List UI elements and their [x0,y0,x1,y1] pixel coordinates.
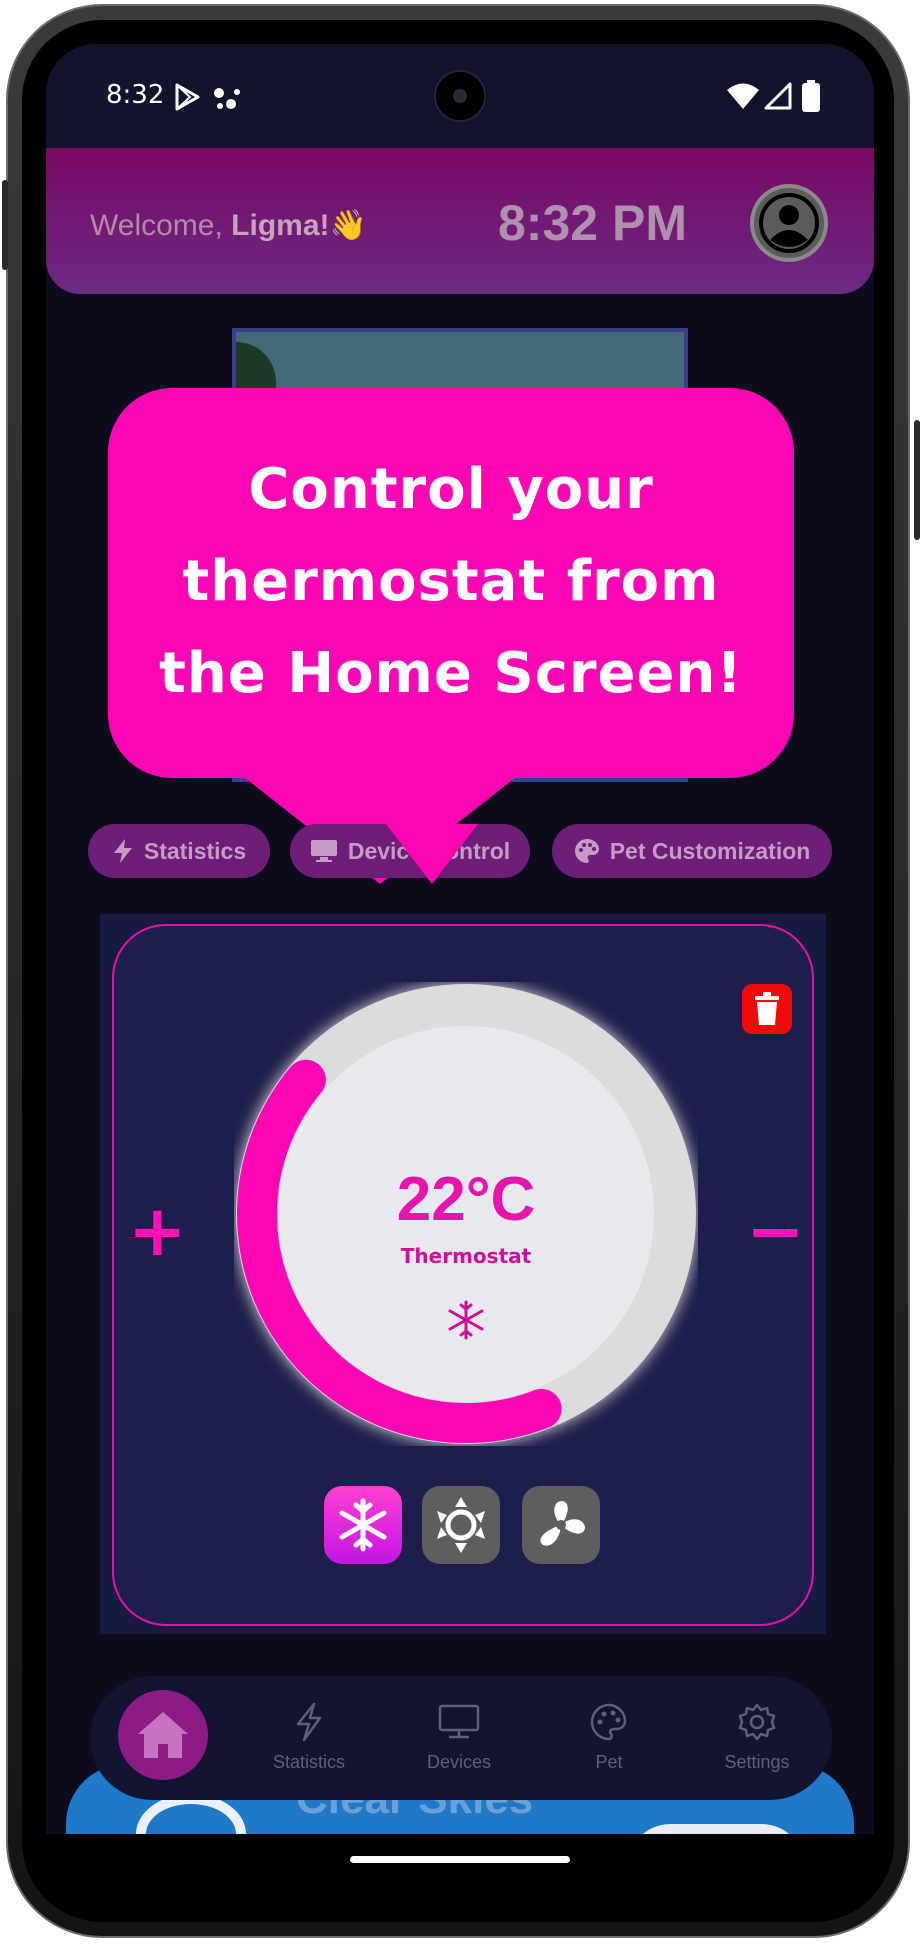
wifi-icon [727,83,759,109]
nav-settings[interactable]: Settings [702,1702,812,1773]
welcome-text: Welcome, Ligma!👋 [90,208,367,243]
mode-heat-button[interactable] [422,1486,500,1564]
lightning-icon [113,839,132,863]
tooltip-pointer-tip [386,824,478,884]
assistant-icon [214,88,240,109]
decrease-temp-button[interactable]: − [746,1196,805,1266]
snowflake-icon [448,1300,484,1340]
palette-icon [590,1703,627,1741]
header-clock: 8:32 PM [498,195,687,251]
welcome-prefix: Welcome, [90,209,232,242]
palette-icon [574,839,599,863]
nav-devices[interactable]: Devices [404,1702,514,1773]
play-store-icon [175,83,200,111]
home-icon [138,1712,188,1758]
temperature-readout: 22°C [396,1165,536,1234]
nav-statistics[interactable]: Statistics [254,1702,364,1773]
home-indicator[interactable] [350,1856,570,1863]
fan-icon [540,1501,585,1546]
nav-label: Devices [426,1752,492,1772]
side-button [2,180,8,270]
tooltip-line: thermostat from [182,549,720,614]
gear-icon [738,1703,776,1741]
front-camera [434,70,486,122]
side-button [914,420,920,540]
monitor-icon [310,840,337,862]
signal-icon [764,82,792,110]
nav-home-button[interactable] [118,1690,208,1780]
mode-fan-button[interactable] [522,1486,600,1564]
profile-avatar-button[interactable] [750,184,828,262]
lightning-icon [296,1702,322,1742]
battery-icon [802,80,820,112]
chip-statistics[interactable]: Statistics [88,824,270,878]
wave-emoji: 👋 [329,209,367,242]
nav-label: Pet [595,1752,623,1772]
delete-button[interactable] [742,984,792,1034]
screen: 8:32 Welcome, Ligma!👋 8:32 PM Control yo… [46,44,874,1884]
nav-label: Statistics [272,1752,346,1772]
nav-pet[interactable]: Pet [554,1702,664,1773]
chip-label: Statistics [143,837,247,864]
mode-cool-button[interactable] [324,1486,402,1564]
status-time: 8:32 [106,80,165,110]
app-header: Welcome, Ligma!👋 8:32 PM [46,148,874,294]
chip-label: Pet Customization [609,837,811,864]
increase-temp-button[interactable]: + [128,1196,187,1266]
nav-label: Settings [724,1752,790,1772]
tooltip-line: the Home Screen! [159,641,743,706]
thermostat-label: Thermostat [400,1244,532,1268]
tooltip-line: Control your [248,457,654,522]
chip-pet-customization[interactable]: Pet Customization [552,824,832,878]
tooltip-text: Control your thermostat from the Home Sc… [108,444,794,720]
monitor-icon [438,1704,480,1739]
user-icon [759,193,819,253]
sun-icon [437,1497,485,1553]
user-name: Ligma! [231,209,330,242]
snowflake-icon [339,1498,387,1552]
status-bar: 8:32 [46,44,874,148]
trash-icon [755,992,779,1025]
